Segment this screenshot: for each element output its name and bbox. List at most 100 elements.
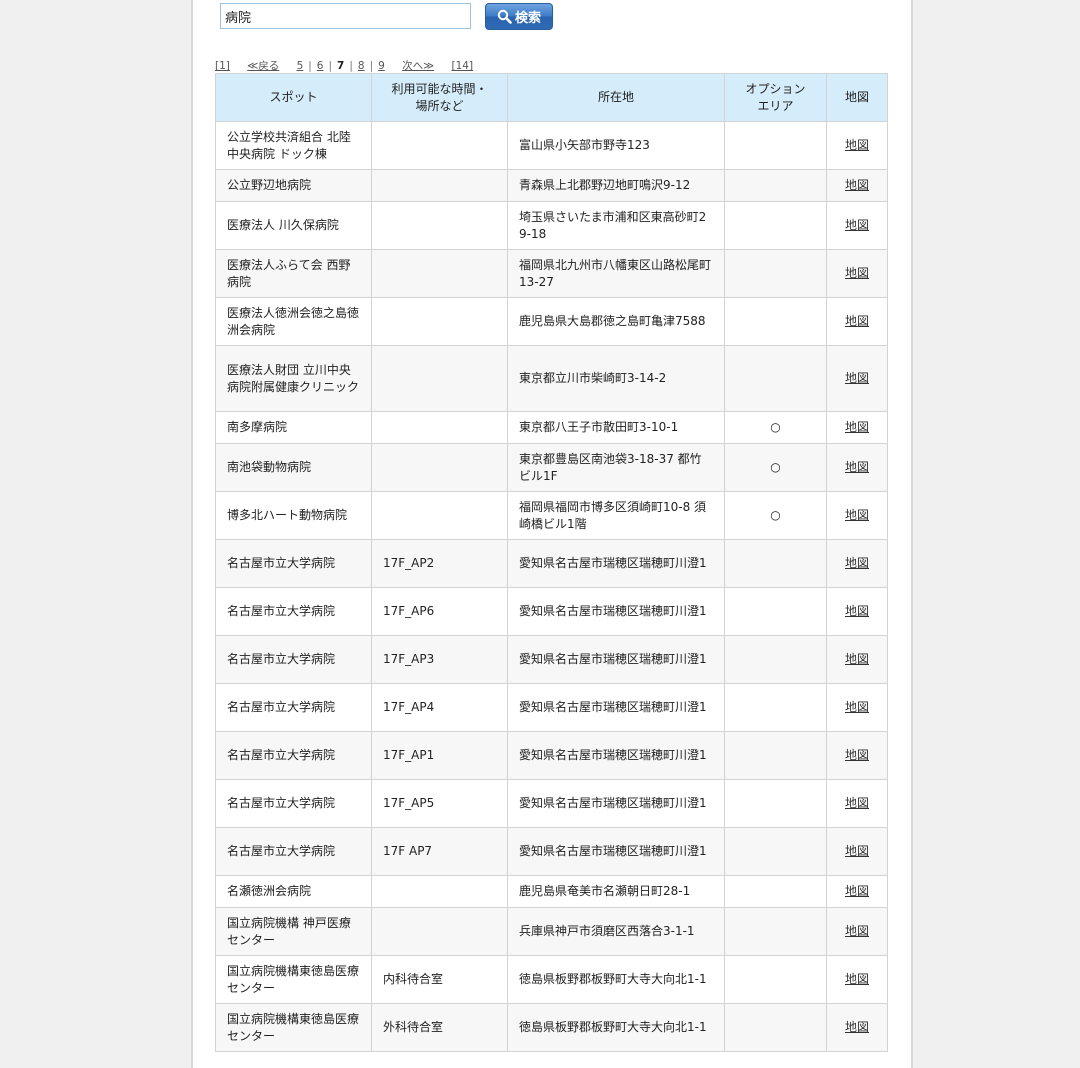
pager-prev-link[interactable]: ≪戻る: [247, 58, 279, 73]
pager-current-page: 7: [337, 60, 345, 72]
cell-spot: 公立野辺地病院: [215, 169, 372, 202]
map-link[interactable]: 地図: [845, 1020, 869, 1034]
pager-page-link[interactable]: 9: [378, 60, 385, 72]
cell-address: 鹿児島県大島郡徳之島町亀津7588: [507, 297, 725, 346]
map-link[interactable]: 地図: [845, 556, 869, 570]
cell-spot: 南多摩病院: [215, 411, 372, 444]
cell-spot: 国立病院機構東徳島医療センター: [215, 955, 372, 1004]
pager-page-link[interactable]: 8: [358, 60, 365, 72]
cell-address: 福岡県北九州市八幡東区山路松尾町13-27: [507, 249, 725, 298]
cell-time-place: [371, 345, 508, 412]
table-row: 名瀬徳洲会病院 鹿児島県奄美市名瀬朝日町28-1 地図: [215, 875, 888, 908]
map-link[interactable]: 地図: [845, 844, 869, 858]
header-option-area: オプション エリア: [724, 73, 827, 122]
map-link[interactable]: 地図: [845, 178, 869, 192]
table-row: 医療法人 川久保病院 埼玉県さいたま市浦和区東高砂町29-18 地図: [215, 201, 888, 250]
map-link[interactable]: 地図: [845, 972, 869, 986]
cell-time-place: 17F_AP6: [371, 587, 508, 636]
cell-address: 愛知県名古屋市瑞穂区瑞穂町川澄1: [507, 683, 725, 732]
cell-option-area: ○: [724, 443, 827, 492]
pager-next-link[interactable]: 次へ≫: [402, 58, 434, 73]
header-time-place: 利用可能な時間・ 場所など: [371, 73, 508, 122]
map-link[interactable]: 地図: [845, 700, 869, 714]
cell-address: 徳島県板野郡板野町大寺大向北1-1: [507, 955, 725, 1004]
cell-time-place: [371, 875, 508, 908]
cell-spot: 国立病院機構東徳島医療センター: [215, 1003, 372, 1052]
pager-separator: |: [369, 60, 374, 72]
pager-first-link[interactable]: [1]: [215, 60, 230, 72]
map-link[interactable]: 地図: [845, 266, 869, 280]
cell-time-place: [371, 297, 508, 346]
cell-spot: 南池袋動物病院: [215, 443, 372, 492]
cell-address: 愛知県名古屋市瑞穂区瑞穂町川澄1: [507, 635, 725, 684]
cell-spot: 国立病院機構 神戸医療センター: [215, 907, 372, 956]
map-link[interactable]: 地図: [845, 460, 869, 474]
cell-map: 地図: [826, 539, 888, 588]
pager-page-link[interactable]: 6: [317, 60, 324, 72]
cell-address: 鹿児島県奄美市名瀬朝日町28-1: [507, 875, 725, 908]
pager-page-link[interactable]: 5: [297, 60, 304, 72]
cell-spot: 名古屋市立大学病院: [215, 635, 372, 684]
table-row: 名古屋市立大学病院 17F_AP5 愛知県名古屋市瑞穂区瑞穂町川澄1 地図: [215, 779, 888, 828]
cell-option-area: [724, 907, 827, 956]
cell-map: 地図: [826, 827, 888, 876]
map-link[interactable]: 地図: [845, 924, 869, 938]
cell-time-place: 17F_AP1: [371, 731, 508, 780]
table-row: 国立病院機構東徳島医療センター 外科待合室 徳島県板野郡板野町大寺大向北1-1 地図: [215, 1003, 888, 1052]
map-link[interactable]: 地図: [845, 508, 869, 522]
header-time-place-line1: 利用可能な時間・: [391, 81, 488, 96]
search-input[interactable]: [220, 3, 471, 29]
map-link[interactable]: 地図: [845, 420, 869, 434]
cell-address: 東京都豊島区南池袋3-18-37 都竹ビル1F: [507, 443, 725, 492]
map-link[interactable]: 地図: [845, 371, 869, 385]
cell-spot: 名古屋市立大学病院: [215, 587, 372, 636]
cell-spot: 名古屋市立大学病院: [215, 779, 372, 828]
cell-time-place: [371, 169, 508, 202]
map-link[interactable]: 地図: [845, 218, 869, 232]
table-row: 名古屋市立大学病院 17F_AP2 愛知県名古屋市瑞穂区瑞穂町川澄1 地図: [215, 539, 888, 588]
map-link[interactable]: 地図: [845, 604, 869, 618]
cell-map: 地図: [826, 635, 888, 684]
pagination: [1] ≪戻る 5 | 6 | 7 | 8 | 9 次へ≫ [14]: [215, 58, 473, 74]
cell-option-area: [724, 1003, 827, 1052]
cell-option-area: [724, 539, 827, 588]
cell-spot: 医療法人財団 立川中央病院附属健康クリニック: [215, 345, 372, 412]
map-link[interactable]: 地図: [845, 884, 869, 898]
cell-map: 地図: [826, 955, 888, 1004]
cell-spot: 公立学校共済組合 北陸中央病院 ドック棟: [215, 121, 372, 170]
table-row: 名古屋市立大学病院 17F_AP4 愛知県名古屋市瑞穂区瑞穂町川澄1 地図: [215, 683, 888, 732]
map-link[interactable]: 地図: [845, 652, 869, 666]
map-link[interactable]: 地図: [845, 138, 869, 152]
cell-address: 福岡県福岡市博多区須崎町10-8 須崎橋ビル1階: [507, 491, 725, 540]
header-spot: スポット: [215, 73, 372, 122]
pager-last-link[interactable]: [14]: [452, 60, 474, 72]
pager-separator: |: [328, 60, 333, 72]
map-link[interactable]: 地図: [845, 314, 869, 328]
map-link[interactable]: 地図: [845, 748, 869, 762]
cell-time-place: 内科待合室: [371, 955, 508, 1004]
cell-option-area: [724, 683, 827, 732]
table-row: 公立野辺地病院 青森県上北郡野辺地町鳴沢9-12 地図: [215, 169, 888, 202]
cell-option-area: [724, 731, 827, 780]
cell-map: 地図: [826, 731, 888, 780]
cell-time-place: [371, 411, 508, 444]
table-row: 国立病院機構東徳島医療センター 内科待合室 徳島県板野郡板野町大寺大向北1-1 地図: [215, 955, 888, 1004]
cell-address: 青森県上北郡野辺地町鳴沢9-12: [507, 169, 725, 202]
cell-address: 東京都立川市柴崎町3-14-2: [507, 345, 725, 412]
cell-time-place: [371, 443, 508, 492]
table-row: 南多摩病院 東京都八王子市散田町3-10-1 ○ 地図: [215, 411, 888, 444]
cell-map: 地図: [826, 779, 888, 828]
cell-time-place: 17F_AP5: [371, 779, 508, 828]
table-row: 国立病院機構 神戸医療センター 兵庫県神戸市須磨区西落合3-1-1 地図: [215, 907, 888, 956]
table-header-row: スポット 利用可能な時間・ 場所など 所在地 オプション エリア 地図: [215, 73, 888, 122]
search-button[interactable]: 検索: [485, 3, 553, 30]
header-time-place-line2: 場所など: [415, 98, 464, 113]
cell-address: 兵庫県神戸市須磨区西落合3-1-1: [507, 907, 725, 956]
header-option-line1: オプション: [745, 81, 806, 96]
cell-time-place: 17F_AP4: [371, 683, 508, 732]
cell-address: 愛知県名古屋市瑞穂区瑞穂町川澄1: [507, 587, 725, 636]
cell-spot: 名古屋市立大学病院: [215, 539, 372, 588]
map-link[interactable]: 地図: [845, 796, 869, 810]
cell-map: 地図: [826, 411, 888, 444]
cell-option-area: [724, 297, 827, 346]
